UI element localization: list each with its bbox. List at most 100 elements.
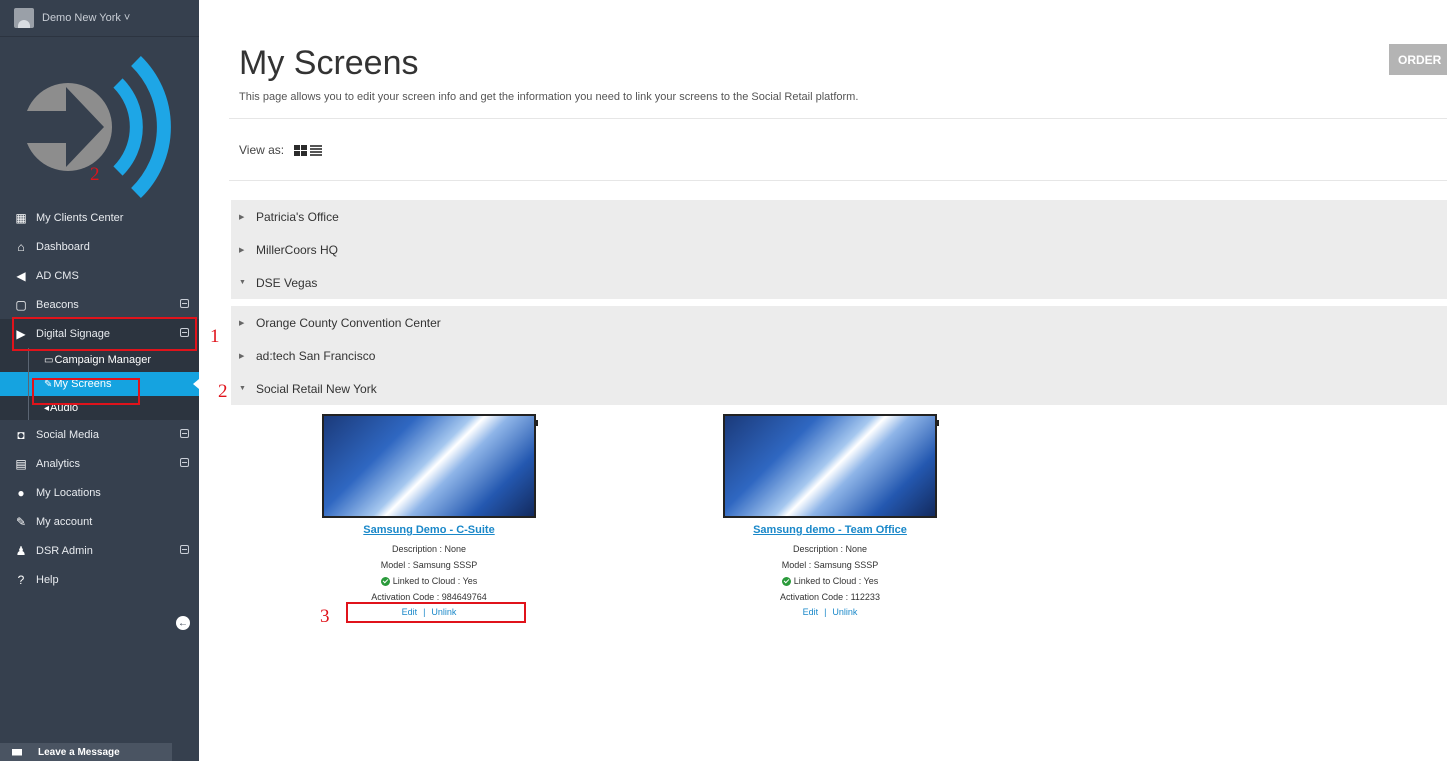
sidebar-item-my-locations[interactable]: ● My Locations (0, 478, 199, 507)
avatar (14, 8, 34, 28)
screen-name-link[interactable]: Samsung demo - Team Office (720, 524, 940, 536)
sidebar-item-beacons[interactable]: ▢ Beacons (0, 290, 199, 319)
screen-linked-status: Linked to Cloud : Yes (720, 573, 940, 589)
screen-activation-code: Activation Code : 112233 (780, 592, 880, 602)
screen-name-link[interactable]: Samsung Demo - C-Suite (319, 524, 539, 536)
sidebar-item-my-account[interactable]: ✎ My account (0, 507, 199, 536)
grid-view-icon[interactable] (294, 144, 308, 156)
annotation-2-top: 2 (90, 164, 100, 185)
leave-message-button[interactable]: Leave a Message (0, 743, 172, 761)
list-view-icon[interactable] (310, 144, 323, 156)
linked-label: Linked to Cloud : Yes (392, 576, 478, 586)
sidebar-item-analytics[interactable]: ▤ Analytics (0, 449, 199, 478)
unlink-link[interactable]: Unlink (832, 607, 857, 617)
divider (229, 180, 1447, 181)
sidebar-item-dashboard[interactable]: ⌂ Dashboard (0, 232, 199, 261)
annotation-3: 3 (320, 606, 330, 627)
check-circle-icon (380, 577, 390, 587)
screen-thumbnail[interactable] (723, 414, 939, 518)
location-name: Orange County Convention Center (256, 315, 441, 330)
megaphone-icon: ◀ (16, 268, 26, 283)
sidebar-item-social-media[interactable]: ◘ Social Media (0, 420, 199, 449)
location-name: Social Retail New York (256, 381, 377, 396)
account-switcher[interactable]: Demo New York ˅ (0, 0, 199, 37)
sidebar-item-label: Dashboard (36, 240, 90, 253)
screen-model: Model : Samsung SSSP (380, 560, 478, 570)
sidebar-item-label: DSR Admin (36, 544, 93, 557)
caret-down-icon: ▼ (239, 279, 246, 286)
edit-link[interactable]: Edit (803, 607, 819, 617)
caret-down-icon: ▼ (239, 385, 246, 392)
leave-message-label: Leave a Message (38, 746, 120, 758)
annotation-box-activation-code (346, 602, 526, 623)
location-group-1: ▶ Patricia's Office ▶ MillerCoors HQ ▼ D… (231, 200, 1447, 299)
caret-right-icon: ▶ (239, 352, 245, 360)
view-as-label: View as: (239, 143, 285, 157)
location-name: Patricia's Office (256, 209, 339, 224)
sidebar-item-label: My Clients Center (36, 211, 124, 224)
annotation-box-my-screens (32, 378, 140, 405)
screen-linked-status: Linked to Cloud : Yes (319, 573, 539, 589)
sidebar-item-label: Analytics (36, 457, 81, 470)
clients-icon: ▦ (15, 210, 27, 225)
envelope-icon (12, 748, 22, 756)
screen-description: Description : None (792, 544, 868, 554)
account-name[interactable]: Demo New York ˅ (42, 12, 130, 24)
beacon-icon: ▢ (15, 297, 27, 312)
annotation-box-digital-signage (12, 317, 197, 351)
screen-description: Description : None (391, 544, 467, 554)
screen-card: Samsung Demo - C-Suite Description : Non… (319, 414, 539, 617)
divider (229, 118, 1447, 119)
page-description: This page allows you to edit your screen… (239, 91, 859, 103)
sidebar-item-help[interactable]: ? Help (0, 565, 199, 594)
page-title: My Screens (239, 44, 419, 82)
location-item-millercoors-hq[interactable]: ▶ MillerCoors HQ (231, 233, 1447, 266)
location-item-adtech-sf[interactable]: ▶ ad:tech San Francisco (231, 339, 1447, 372)
logo-icon (24, 55, 171, 199)
collapse-sidebar-icon[interactable]: ← (176, 616, 190, 630)
location-name: ad:tech San Francisco (256, 348, 376, 363)
sidebar-item-ad-cms[interactable]: ◀ AD CMS (0, 261, 199, 290)
location-item-orange-county[interactable]: ▶ Orange County Convention Center (231, 306, 1447, 339)
sidebar-subitem-campaign-manager[interactable]: ▭ Campaign Manager (0, 348, 199, 372)
share-icon: ◘ (17, 427, 25, 442)
expand-toggle-icon[interactable] (180, 458, 189, 467)
location-name: DSE Vegas (256, 275, 318, 290)
user-icon: ♟ (15, 543, 27, 558)
bar-chart-icon: ▤ (15, 456, 27, 471)
screen-card: Samsung demo - Team Office Description :… (720, 414, 940, 617)
main-content: My Screens This page allows you to edit … (199, 0, 1447, 761)
caret-right-icon: ▶ (239, 213, 245, 221)
sidebar-item-label: Beacons (36, 298, 79, 311)
expand-toggle-icon[interactable] (180, 429, 189, 438)
order-button[interactable]: ORDER (1389, 44, 1447, 75)
expand-toggle-icon[interactable] (180, 545, 189, 554)
caret-right-icon: ▶ (239, 319, 245, 327)
location-name: MillerCoors HQ (256, 242, 339, 257)
sidebar-item-clients-center[interactable]: ▦ My Clients Center (0, 203, 199, 232)
expand-toggle-icon[interactable] (180, 299, 189, 308)
sidebar-item-label: AD CMS (36, 269, 79, 282)
check-circle-icon (781, 577, 791, 587)
pencil-square-icon: ✎ (15, 514, 27, 529)
brand-logo (0, 37, 199, 207)
screen-model: Model : Samsung SSSP (781, 560, 879, 570)
screen-actions: Edit | Unlink (802, 607, 858, 617)
globe-icon: ● (17, 485, 25, 500)
location-group-2: ▶ Orange County Convention Center ▶ ad:t… (231, 306, 1447, 405)
location-item-social-retail-ny[interactable]: ▼ Social Retail New York (231, 372, 1447, 405)
sidebar-item-label: Help (36, 573, 59, 586)
sidebar-item-label: My account (36, 515, 93, 528)
question-icon: ? (17, 572, 25, 587)
linked-label: Linked to Cloud : Yes (793, 576, 879, 586)
sidebar-item-label: Campaign Manager (54, 354, 152, 366)
location-item-patricias-office[interactable]: ▶ Patricia's Office (231, 200, 1447, 233)
sidebar-item-label: My Locations (36, 486, 101, 499)
monitor-icon: ▭ (44, 354, 54, 366)
screen-thumbnail[interactable] (322, 414, 538, 518)
view-as-control: View as: (239, 143, 323, 157)
location-item-dse-vegas[interactable]: ▼ DSE Vegas (231, 266, 1447, 299)
caret-right-icon: ▶ (239, 246, 245, 254)
home-icon: ⌂ (17, 239, 25, 254)
sidebar-item-dsr-admin[interactable]: ♟ DSR Admin (0, 536, 199, 565)
